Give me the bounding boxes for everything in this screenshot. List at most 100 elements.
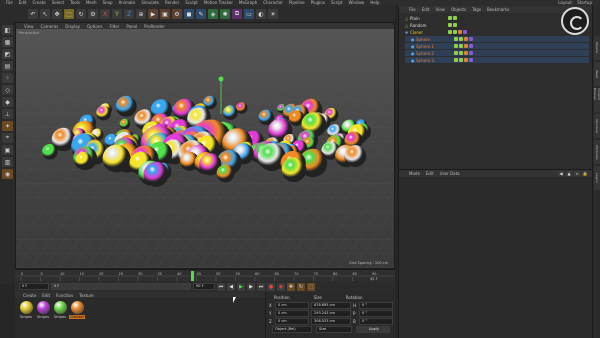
x-axis-icon[interactable]: X <box>100 9 110 19</box>
object-menu-item[interactable]: Objects <box>451 7 466 12</box>
position-field[interactable]: 0 cm <box>275 318 309 325</box>
object-row[interactable]: ● Sphere.3 <box>405 57 589 63</box>
edges-mode-icon[interactable]: ◇ <box>2 85 13 95</box>
keyframe-rotation-icon[interactable]: ↻ <box>297 282 305 291</box>
right-tab[interactable]: Content Browser <box>593 88 600 112</box>
tag-icon[interactable] <box>464 44 468 48</box>
object-row[interactable]: ✺ Cloner <box>405 29 589 35</box>
attribute-menu-item[interactable]: User Data <box>440 171 460 176</box>
tag-icon[interactable] <box>459 51 463 55</box>
rotation-field[interactable]: 0 ° <box>359 318 393 325</box>
sphere-clone[interactable] <box>96 105 112 121</box>
autokey-icon[interactable]: ◉ <box>277 282 285 291</box>
sphere-clone[interactable] <box>42 144 58 160</box>
tweak-mode-icon[interactable]: ✦ <box>2 121 13 131</box>
viewport-menu-item[interactable]: Panel <box>126 24 137 29</box>
camera-icon[interactable]: ◐ <box>256 9 266 19</box>
object-menu-item[interactable]: View <box>435 7 445 12</box>
sphere-clone[interactable] <box>75 152 92 169</box>
object-name[interactable]: Random <box>410 23 440 28</box>
tag-icon[interactable] <box>464 58 468 62</box>
up-arrow-icon[interactable]: ▲ <box>566 171 572 176</box>
tag-icon[interactable] <box>459 44 463 48</box>
y-axis-icon[interactable]: Y <box>112 9 122 19</box>
tag-icon[interactable] <box>453 30 457 34</box>
apply-button[interactable]: Apply <box>356 326 390 333</box>
sphere-clone[interactable] <box>115 95 137 117</box>
deformer-icon[interactable]: ⧉ <box>232 9 242 19</box>
tag-icon[interactable] <box>469 44 473 48</box>
viewport[interactable]: View Cameras Display Options Filter Panel ProR… <box>15 22 395 269</box>
end-frame-field[interactable]: 90 F <box>193 283 215 290</box>
object-name[interactable]: Sphere.3 <box>416 58 446 63</box>
tag-icon[interactable] <box>448 16 452 20</box>
attribute-menu-item[interactable]: Edit <box>426 171 434 176</box>
viewport-menu-item[interactable]: ProRender <box>144 24 165 29</box>
render-settings-icon[interactable]: ⚙ <box>172 9 182 19</box>
texture-mode-icon[interactable]: ◩ <box>2 49 13 59</box>
subdivision-icon[interactable]: ◈ <box>208 9 218 19</box>
tag-icon[interactable] <box>448 30 452 34</box>
live-select-icon[interactable]: ↖ <box>40 9 50 19</box>
model-mode-icon[interactable]: ▦ <box>2 37 13 47</box>
playhead[interactable] <box>191 271 194 281</box>
size-field[interactable]: 293.243 cm <box>311 310 351 317</box>
back-arrow-icon[interactable]: ◀ <box>558 171 564 176</box>
solo-icon[interactable]: ◉ <box>2 169 13 179</box>
coord-mode-select[interactable]: Object (Rel) <box>272 326 312 333</box>
scale-icon[interactable]: ⬚ <box>64 9 74 19</box>
rotation-field[interactable]: 0 ° <box>359 302 393 309</box>
right-tab[interactable]: Structure <box>594 114 600 138</box>
current-frame-field[interactable]: 0 F <box>51 283 191 290</box>
material-menu-item[interactable]: Texture <box>79 293 94 298</box>
render-view-icon[interactable]: ▶ <box>148 9 158 19</box>
scene-canvas[interactable] <box>16 29 395 269</box>
tag-icon[interactable] <box>469 51 473 55</box>
keyframe-scale-icon[interactable]: ⬚ <box>307 282 315 291</box>
move-icon[interactable]: ✥ <box>52 9 62 19</box>
tag-icon[interactable] <box>454 44 458 48</box>
workplane-icon[interactable]: ▤ <box>2 61 13 71</box>
sphere-clone[interactable] <box>344 145 367 168</box>
start-frame-field[interactable]: 0 F <box>19 283 49 290</box>
go-to-end-icon[interactable]: ⏭ <box>257 282 265 291</box>
viewport-menu-item[interactable]: Display <box>65 24 80 29</box>
tag-icon[interactable] <box>459 37 463 41</box>
right-tab[interactable]: Attributes <box>594 140 600 164</box>
position-field[interactable]: 0 cm <box>275 302 309 309</box>
tag-icon[interactable] <box>469 58 473 62</box>
record-icon[interactable]: ● <box>267 282 275 291</box>
object-row[interactable]: ● Sphere.1 <box>405 43 589 49</box>
attribute-menu-item[interactable]: Mode <box>409 171 420 176</box>
z-axis-icon[interactable]: Z <box>124 9 134 19</box>
light-icon[interactable]: ☀ <box>268 9 278 19</box>
object-row[interactable]: ● Sphere <box>405 36 589 42</box>
timeline[interactable]: 0 5 10 15 20 25 30 35 40 45 50 55 60 65 70 75 80 85 90 41 F <box>15 269 395 281</box>
right-tab[interactable]: Objects <box>594 36 600 60</box>
object-menu-item[interactable]: Tags <box>472 7 481 12</box>
sphere-clone[interactable] <box>119 118 131 130</box>
size-mode-select[interactable]: Size <box>316 326 352 333</box>
object-name[interactable]: Sphere <box>416 37 446 42</box>
tag-icon[interactable] <box>454 37 458 41</box>
tag-icon[interactable] <box>464 51 468 55</box>
go-to-start-icon[interactable]: ⏮ <box>217 282 225 291</box>
search-icon[interactable]: ⌕ <box>574 171 580 176</box>
tag-icon[interactable] <box>454 58 458 62</box>
tag-icon[interactable] <box>463 30 467 34</box>
position-field[interactable]: 0 cm <box>275 310 309 317</box>
tag-icon[interactable] <box>469 37 473 41</box>
object-name[interactable]: Sphere.2 <box>416 51 446 56</box>
object-menu-item[interactable]: Edit <box>422 7 430 12</box>
polygons-mode-icon[interactable]: ◆ <box>2 97 13 107</box>
object-name[interactable]: Sphere.1 <box>416 44 446 49</box>
material-item[interactable]: Checker <box>68 301 86 319</box>
play-icon[interactable]: ▶ <box>237 282 245 291</box>
recent-tool-icon[interactable]: ⚙ <box>88 9 98 19</box>
tag-icon[interactable] <box>464 37 468 41</box>
pen-icon[interactable]: ✎ <box>196 9 206 19</box>
material-menu-item[interactable]: Function <box>56 293 73 298</box>
object-name[interactable]: Cloner <box>410 30 440 35</box>
size-field[interactable]: 308.533 cm <box>311 318 351 325</box>
make-editable-icon[interactable]: ◧ <box>2 25 13 35</box>
